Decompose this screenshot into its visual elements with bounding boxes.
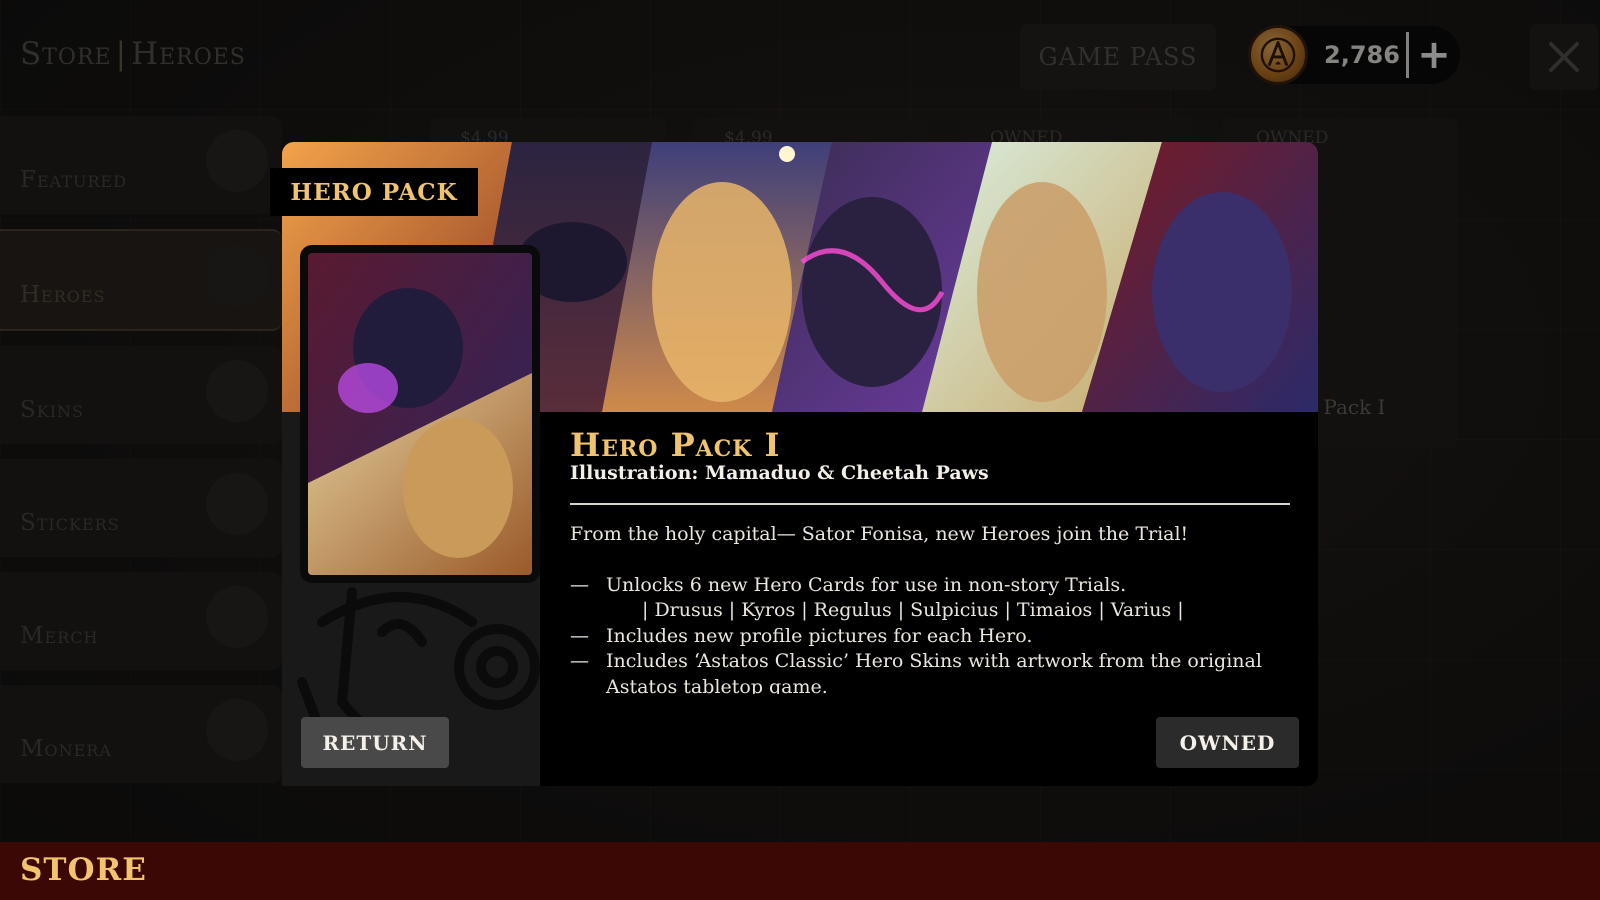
footer-bar: STORE (0, 842, 1600, 900)
pack-description: From the holy capital— Sator Fonisa, new… (570, 522, 1300, 694)
footer-store-label: STORE (20, 852, 147, 888)
bullet-text: Includes new profile pictures for each H… (606, 624, 1033, 647)
pack-title: Hero Pack I (570, 426, 781, 464)
bullet-text: Includes ‘Astatos Classic’ Hero Skins wi… (606, 650, 1262, 694)
description-bullet: — Unlocks 6 new Hero Cards for use in no… (570, 573, 1300, 599)
bullet-dash: — (570, 650, 589, 672)
pack-type-tag: HERO PACK (270, 168, 478, 216)
title-divider (570, 503, 1290, 505)
bullet-dash: — (570, 573, 589, 596)
return-button[interactable]: RETURN (301, 717, 449, 768)
illustration-credit: Illustration: Mamaduo & Cheetah Paws (570, 462, 989, 484)
description-intro: From the holy capital— Sator Fonisa, new… (570, 523, 1189, 545)
bullet-text: Unlocks 6 new Hero Cards for use in non-… (606, 573, 1127, 596)
description-bullet: — Includes ‘Astatos Classic’ Hero Skins … (570, 649, 1300, 694)
hero-pack-thumbnail (300, 245, 540, 583)
description-bullet: — Includes new profile pictures for each… (570, 624, 1300, 650)
bullet-dash: — (570, 624, 589, 647)
hero-name-list: | Drusus | Kyros | Regulus | Sulpicius |… (642, 599, 1184, 621)
owned-status-button[interactable]: OWNED (1156, 717, 1299, 768)
